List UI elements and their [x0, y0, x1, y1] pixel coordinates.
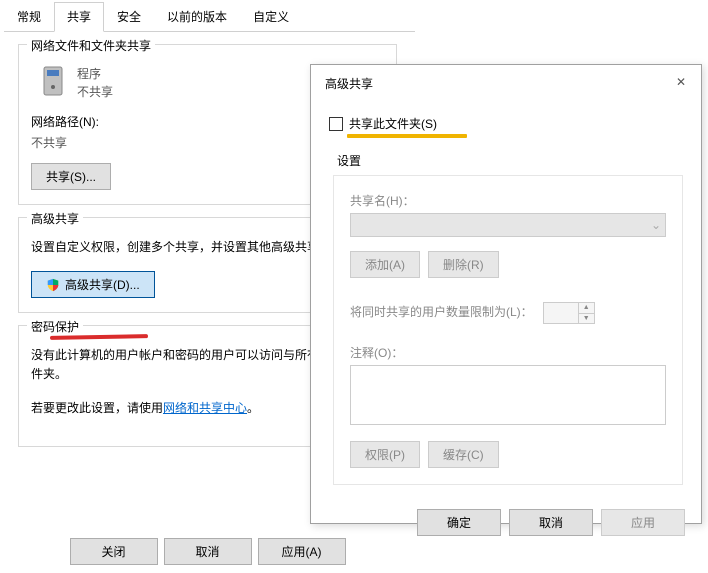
- advanced-body: 共享此文件夹(S) 设置 共享名(H)： ⌄ 添加(A) 删除(R) 将同时共享…: [311, 101, 701, 499]
- spinner-down-icon: ▼: [578, 314, 594, 324]
- settings-group: 共享名(H)： ⌄ 添加(A) 删除(R) 将同时共享的用户数量限制为(L)： …: [333, 175, 683, 485]
- adv-cancel-button[interactable]: 取消: [509, 509, 593, 536]
- advanced-titlebar: 高级共享 ✕: [311, 65, 701, 101]
- tab-strip: 常规 共享 安全 以前的版本 自定义: [4, 2, 415, 32]
- section-title-network-sharing: 网络文件和文件夹共享: [27, 37, 155, 54]
- advanced-title: 高级共享: [325, 75, 373, 92]
- ok-button[interactable]: 确定: [417, 509, 501, 536]
- section-title-password: 密码保护: [27, 318, 83, 335]
- folder-name: 程序: [77, 65, 113, 83]
- shield-icon: [46, 278, 60, 292]
- annotation-yellow-underline: [347, 134, 467, 138]
- adv-apply-button: 应用: [601, 509, 685, 536]
- password-change-prefix: 若要更改此设置，请使用: [31, 401, 163, 415]
- password-change-suffix: 。: [247, 401, 259, 415]
- apply-button[interactable]: 应用(A): [258, 538, 346, 565]
- user-limit-spinner: ▲ ▼: [543, 302, 595, 324]
- folder-icon: [39, 65, 67, 97]
- add-remove-row: 添加(A) 删除(R): [350, 251, 666, 278]
- close-icon[interactable]: ✕: [671, 73, 691, 93]
- share-button[interactable]: 共享(S)...: [31, 163, 111, 190]
- comment-label: 注释(O)：: [350, 344, 666, 361]
- chevron-down-icon: ⌄: [651, 218, 661, 232]
- advanced-actions: 确定 取消 应用: [311, 499, 701, 536]
- share-folder-checkbox[interactable]: [329, 117, 343, 131]
- tab-previous-versions[interactable]: 以前的版本: [154, 2, 240, 31]
- folder-info: 程序 不共享: [77, 65, 113, 101]
- spinner-up-icon: ▲: [578, 303, 594, 314]
- dialog-actions: 关闭 取消 应用(A): [0, 538, 415, 565]
- perm-cache-row: 权限(P) 缓存(C): [350, 441, 666, 468]
- comment-textarea: [350, 365, 666, 425]
- tab-general[interactable]: 常规: [4, 2, 54, 31]
- tab-customize[interactable]: 自定义: [240, 2, 302, 31]
- section-title-advanced: 高级共享: [27, 210, 83, 227]
- advanced-share-button-label: 高级共享(D)...: [65, 276, 140, 293]
- spinner-buttons: ▲ ▼: [578, 303, 594, 323]
- user-limit-label: 将同时共享的用户数量限制为(L)：: [350, 303, 533, 320]
- share-name-combo: ⌄: [350, 213, 666, 237]
- user-limit-row: 将同时共享的用户数量限制为(L)： ▲ ▼: [350, 302, 666, 324]
- advanced-sharing-dialog: 高级共享 ✕ 共享此文件夹(S) 设置 共享名(H)： ⌄ 添加(A) 删除(R…: [310, 64, 702, 524]
- tab-security[interactable]: 安全: [104, 2, 154, 31]
- cache-button: 缓存(C): [428, 441, 499, 468]
- cancel-button[interactable]: 取消: [164, 538, 252, 565]
- tab-sharing[interactable]: 共享: [54, 2, 104, 32]
- settings-label: 设置: [337, 152, 683, 169]
- network-sharing-center-link[interactable]: 网络和共享中心: [163, 401, 247, 415]
- folder-status: 不共享: [77, 83, 113, 101]
- remove-button: 删除(R): [428, 251, 499, 278]
- close-button[interactable]: 关闭: [70, 538, 158, 565]
- add-button: 添加(A): [350, 251, 420, 278]
- permissions-button: 权限(P): [350, 441, 420, 468]
- share-name-label: 共享名(H)：: [350, 192, 666, 209]
- share-folder-checkbox-label: 共享此文件夹(S): [349, 115, 437, 132]
- share-folder-checkbox-row: 共享此文件夹(S): [329, 115, 683, 132]
- advanced-share-button[interactable]: 高级共享(D)...: [31, 271, 155, 298]
